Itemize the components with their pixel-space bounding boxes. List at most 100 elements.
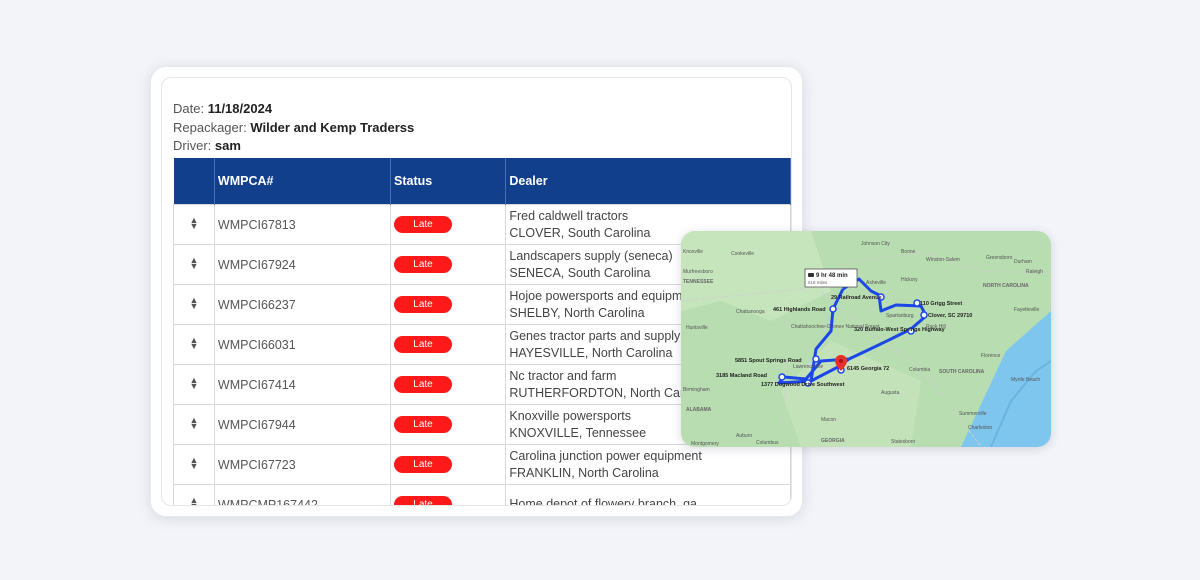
- place-label: Fayetteville: [1014, 307, 1040, 313]
- status-badge: Late: [394, 296, 452, 313]
- status-badge: Late: [394, 376, 452, 393]
- route-info-box[interactable]: 9 hr 48 min 518 miles: [804, 268, 858, 288]
- place-label: Lawrenceville: [793, 364, 824, 370]
- stop-label: 6145 Georgia 72: [847, 366, 889, 372]
- sort-icon[interactable]: ▲ ▼: [189, 416, 198, 431]
- status-cell: Late: [389, 244, 507, 285]
- status-badge: Late: [394, 456, 452, 473]
- place-label: Huntsville: [686, 325, 708, 331]
- status-badge: Late: [394, 496, 452, 505]
- wmpca-cell: WMPCMP167442: [213, 484, 392, 505]
- place-label: Johnson City: [861, 241, 890, 247]
- place-label: Augusta: [881, 390, 900, 396]
- stop-label: 1377 Dogwood Drive Southwest: [761, 382, 845, 388]
- place-label: Columbia: [909, 367, 930, 373]
- place-label: TENNESSEE: [683, 279, 714, 285]
- place-label: Chattanooga: [736, 309, 765, 315]
- status-cell: Late: [389, 444, 507, 485]
- wmpca-cell: WMPCI67414: [213, 364, 392, 405]
- row-sort-cell[interactable]: ▲ ▼: [173, 444, 215, 485]
- place-label: Charleston: [968, 425, 992, 431]
- place-label: Statesboro: [891, 439, 915, 445]
- row-sort-cell[interactable]: ▲ ▼: [173, 484, 215, 506]
- place-label: Hickory: [901, 277, 918, 283]
- place-label: Summerville: [959, 411, 987, 417]
- route-map[interactable]: 9 hr 48 min 518 miles 461 Highlands Road…: [681, 231, 1051, 447]
- stop-marker[interactable]: [920, 311, 928, 319]
- status-cell: Late: [389, 284, 507, 325]
- status-badge: Late: [394, 256, 452, 273]
- repackager-label: Repackager:: [173, 119, 247, 135]
- status-badge: Late: [394, 416, 452, 433]
- column-header-dealer[interactable]: Dealer: [505, 158, 791, 205]
- route-distance: 518 miles: [808, 280, 828, 285]
- status-badge: Late: [394, 336, 452, 353]
- driver-line: Driver: sam: [173, 137, 414, 156]
- status-cell: Late: [389, 364, 507, 405]
- dealer-location: FRANKLIN, North Carolina: [509, 465, 659, 480]
- place-label: Rock Hill: [926, 324, 946, 330]
- stop-label: 3185 Macland Road: [716, 373, 767, 379]
- row-sort-cell[interactable]: ▲ ▼: [173, 244, 215, 285]
- stop-marker[interactable]: [778, 373, 786, 381]
- place-label: NORTH CAROLINA: [983, 283, 1029, 289]
- row-sort-cell[interactable]: ▲ ▼: [173, 324, 215, 365]
- stop-label: 5851 Spout Springs Road: [735, 358, 802, 364]
- sort-icon[interactable]: ▲ ▼: [189, 256, 198, 271]
- table-row[interactable]: ▲ ▼ WMPCMP167442 Late Home depot of flowery …: [173, 484, 791, 506]
- dealer-name: Fred caldwell tractors: [509, 208, 629, 223]
- place-label: Spartanburg: [886, 313, 914, 319]
- route-time: 9 hr 48 min: [816, 273, 848, 279]
- place-label: Winston-Salem: [926, 257, 960, 263]
- dealer-name: Carolina junction power equipment: [509, 448, 702, 463]
- column-header-status[interactable]: Status: [390, 158, 507, 205]
- place-label: Myrtle Beach: [1011, 377, 1040, 383]
- sort-icon[interactable]: ▲ ▼: [189, 296, 198, 311]
- table-header-row: WMPCA# Status Dealer: [173, 158, 791, 205]
- route-map-canvas[interactable]: 9 hr 48 min 518 miles 461 Highlands Road…: [681, 231, 1051, 447]
- column-header-wmpca[interactable]: WMPCA#: [214, 158, 392, 205]
- place-label: ALABAMA: [686, 407, 712, 413]
- sort-icon[interactable]: ▲ ▼: [189, 376, 198, 391]
- place-label: Asheville: [866, 280, 886, 286]
- status-cell: Late: [389, 324, 507, 365]
- sort-icon[interactable]: ▲ ▼: [189, 456, 198, 471]
- place-label: GEORGIA: [821, 438, 845, 444]
- place-label: Birmingham: [683, 387, 710, 393]
- place-label: Macon: [821, 417, 836, 423]
- dealer-cell: Home depot of flowery branch, ga: [505, 484, 791, 506]
- sort-icon[interactable]: ▲ ▼: [189, 336, 198, 351]
- row-sort-cell[interactable]: ▲ ▼: [173, 204, 215, 245]
- place-label: Durham: [1014, 259, 1032, 265]
- stop-label: 29 Railroad Avenue: [831, 295, 882, 301]
- stop-label: Clover, SC 29710: [928, 313, 972, 319]
- place-label: Montgomery: [691, 441, 719, 447]
- sort-icon[interactable]: ▲ ▼: [189, 216, 198, 231]
- place-label: Cookeville: [731, 251, 754, 257]
- status-cell: Late: [389, 484, 507, 505]
- place-label: Florence: [981, 353, 1001, 359]
- wmpca-cell: WMPCI66031: [213, 324, 392, 365]
- repackager-value: Wilder and Kemp Traderss: [250, 119, 415, 135]
- car-icon: [808, 273, 814, 277]
- place-label: Greensboro: [986, 255, 1013, 261]
- place-label: SOUTH CAROLINA: [939, 369, 985, 375]
- row-sort-cell[interactable]: ▲ ▼: [173, 284, 215, 325]
- dealer-cell: Carolina junction power equipment FRANKLI…: [505, 444, 791, 485]
- driver-value: sam: [214, 138, 241, 153]
- status-cell: Late: [389, 204, 507, 245]
- location-pin-dot: [839, 359, 843, 363]
- dealer-name: Home depot of flowery branch, ga: [509, 497, 697, 506]
- stop-marker[interactable]: [829, 305, 837, 313]
- wmpca-cell: WMPCI67723: [213, 444, 392, 485]
- row-sort-cell[interactable]: ▲ ▼: [173, 404, 215, 445]
- sort-icon[interactable]: ▲ ▼: [189, 496, 198, 506]
- table-row[interactable]: ▲ ▼ WMPCI67723 Late Carolina junction power …: [173, 444, 791, 485]
- driver-label: Driver:: [173, 138, 212, 153]
- status-cell: Late: [389, 404, 507, 445]
- stop-marker[interactable]: [812, 355, 820, 363]
- stop-label: 110 Grigg Street: [920, 301, 962, 307]
- row-sort-cell[interactable]: ▲ ▼: [173, 364, 215, 405]
- place-label: Chattahoochee-Oconee National Forest: [791, 324, 880, 330]
- place-label: Columbus: [756, 440, 779, 446]
